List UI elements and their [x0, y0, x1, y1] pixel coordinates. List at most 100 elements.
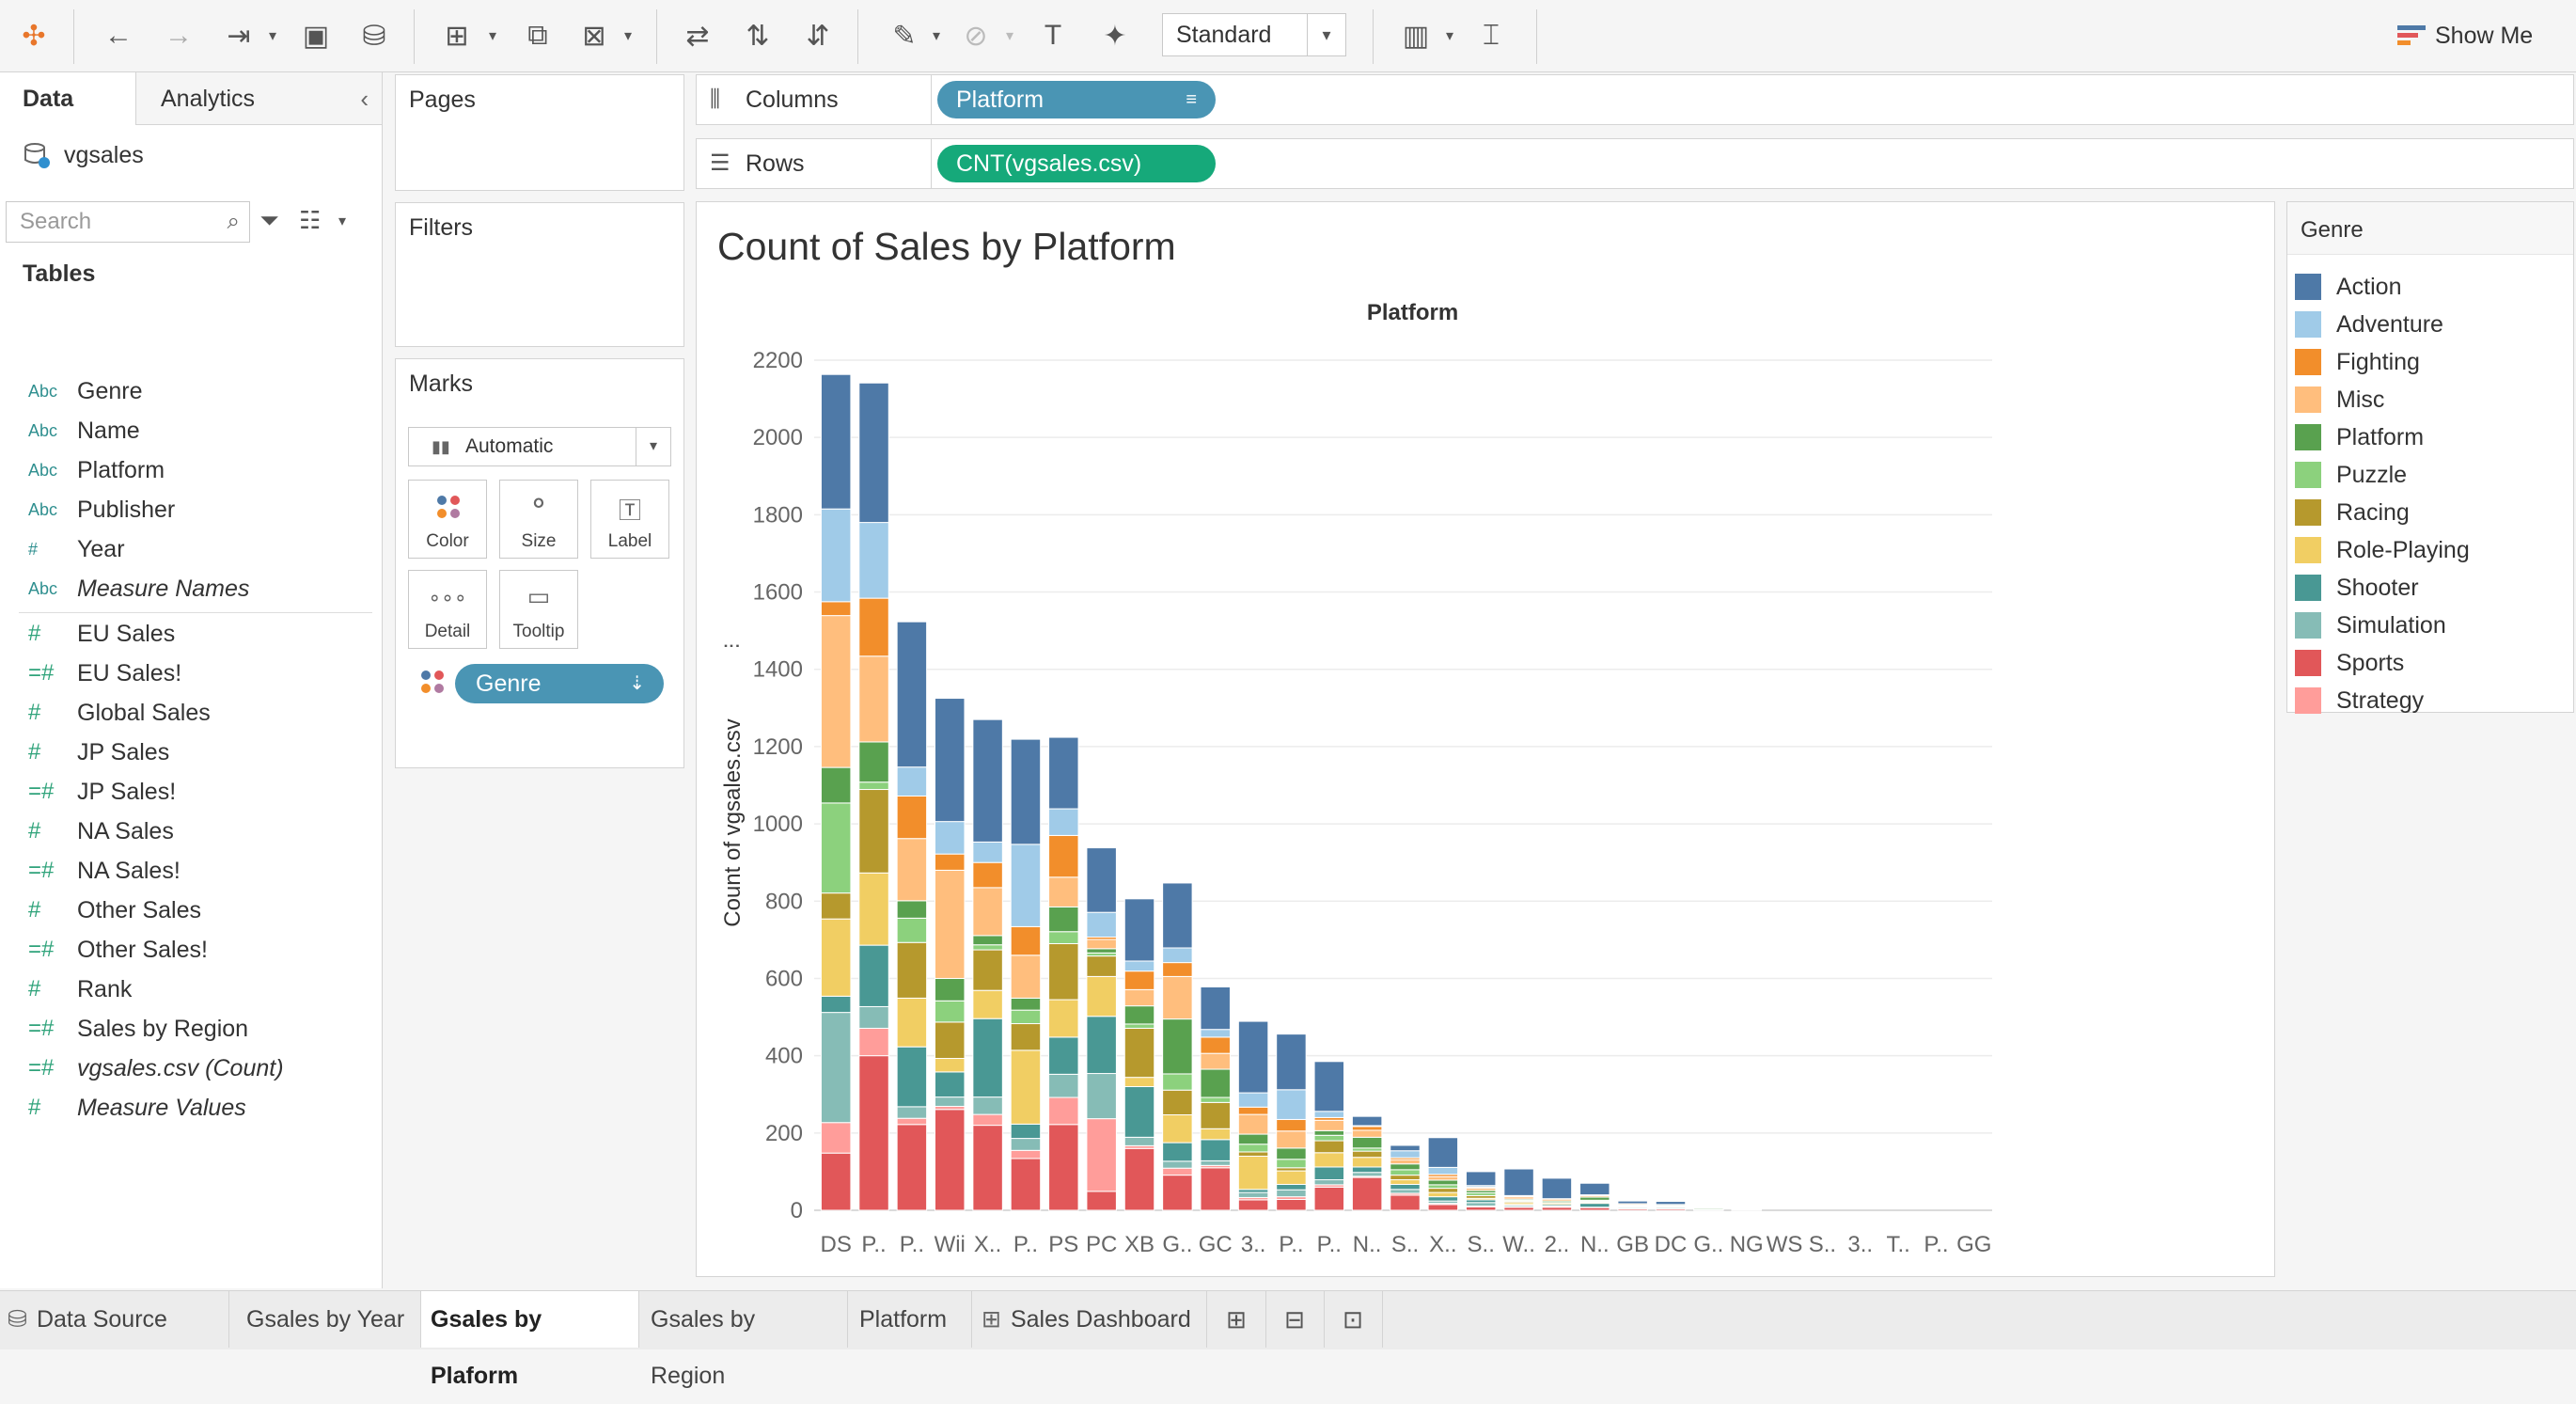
legend-item[interactable]: Action: [2295, 268, 2401, 306]
highlight-dropdown-icon[interactable]: ▾: [933, 26, 940, 45]
replay-icon[interactable]: ⇥: [216, 13, 261, 58]
sort-descending-icon[interactable]: ⇵: [795, 13, 840, 58]
mark-type-dropdown[interactable]: ▮▮ Automatic ▾: [408, 427, 671, 466]
datasource-item[interactable]: vgsales: [23, 136, 144, 174]
view-list-icon[interactable]: ☷: [299, 206, 321, 235]
field-item[interactable]: =# vgsales.csv (Count): [0, 1049, 376, 1088]
replay-dropdown-icon[interactable]: ▾: [269, 26, 276, 45]
new-story-icon[interactable]: ⊡: [1324, 1291, 1383, 1348]
legend-item[interactable]: Shooter: [2295, 569, 2419, 607]
rows-shelf[interactable]: ☰ Rows CNT(vgsales.csv): [696, 138, 2574, 189]
field-item[interactable]: =# EU Sales!: [0, 654, 376, 693]
field-item[interactable]: =# JP Sales!: [0, 772, 376, 812]
undo-icon[interactable]: ←: [96, 13, 141, 58]
legend-item[interactable]: Puzzle: [2295, 456, 2407, 494]
tooltip-button[interactable]: ▭ Tooltip: [499, 570, 578, 649]
tab-data-source[interactable]: ⛁ Data Source: [0, 1291, 229, 1348]
view-list-dropdown-icon[interactable]: ▾: [338, 212, 346, 230]
filters-card[interactable]: Filters: [395, 202, 684, 347]
new-datasource-icon[interactable]: ⛁: [352, 13, 397, 58]
redo-icon[interactable]: →: [156, 13, 201, 58]
pages-card[interactable]: Pages: [395, 74, 684, 191]
show-cards-icon[interactable]: ▥: [1393, 13, 1438, 58]
sort-ascending-icon[interactable]: ⇅: [735, 13, 780, 58]
legend-item[interactable]: Platform: [2295, 418, 2424, 456]
filter-icon[interactable]: ⏷: [259, 206, 279, 236]
legend-item[interactable]: Racing: [2295, 494, 2410, 531]
detail-button[interactable]: ∘∘∘ Detail: [408, 570, 487, 649]
save-icon[interactable]: ▣: [293, 13, 338, 58]
columns-shelf[interactable]: ⫼ Columns Platform ≡: [696, 74, 2574, 125]
tab-sales-dashboard[interactable]: ⊞ Sales Dashboard: [972, 1291, 1207, 1348]
field-item[interactable]: # JP Sales: [0, 733, 376, 772]
field-type-icon: =#: [28, 1055, 55, 1081]
legend-item[interactable]: Adventure: [2295, 306, 2443, 343]
new-worksheet-icon[interactable]: ⊞: [434, 13, 479, 58]
field-item[interactable]: Abc Name: [0, 411, 376, 450]
field-item[interactable]: # Year: [0, 529, 376, 569]
bar-segment: [1351, 1172, 1383, 1177]
field-item[interactable]: Abc Platform: [0, 450, 376, 490]
field-item[interactable]: # Global Sales: [0, 693, 376, 733]
sort-az-icon[interactable]: ⇣: [629, 664, 645, 703]
duplicate-sheet-icon[interactable]: ⧉: [515, 13, 560, 58]
field-item[interactable]: =# Other Sales!: [0, 930, 376, 970]
legend-item[interactable]: Role-Playing: [2295, 531, 2470, 569]
tableau-logo-icon[interactable]: ✣: [11, 13, 56, 58]
bar-segment: [1162, 1114, 1193, 1144]
genre-color-pill[interactable]: Genre ⇣: [455, 664, 664, 703]
count-row-pill[interactable]: CNT(vgsales.csv): [937, 145, 1216, 182]
field-item[interactable]: =# Sales by Region: [0, 1009, 376, 1049]
bar-segment: [1237, 1199, 1269, 1211]
show-mark-labels-icon[interactable]: T: [1030, 13, 1076, 58]
highlight-icon[interactable]: ✎: [882, 13, 927, 58]
legend-item[interactable]: Fighting: [2295, 343, 2420, 381]
field-item[interactable]: # Other Sales: [0, 891, 376, 930]
tab-data[interactable]: Data: [0, 72, 135, 125]
size-button[interactable]: ⚬ Size: [499, 480, 578, 559]
clear-sheet-icon[interactable]: ⊠: [572, 13, 617, 58]
swap-rows-columns-icon[interactable]: ⇄: [675, 13, 720, 58]
fix-axes-icon[interactable]: ✦: [1092, 13, 1138, 58]
x-tick-label: DS: [821, 1232, 852, 1257]
field-item[interactable]: Abc Publisher: [0, 490, 376, 529]
chevron-down-icon[interactable]: ▾: [636, 428, 670, 465]
legend-item[interactable]: Misc: [2295, 381, 2384, 418]
x-axis-title: Platform: [1367, 300, 1458, 325]
legend-swatch: [2295, 349, 2321, 375]
field-item[interactable]: Abc Measure Names: [0, 569, 376, 608]
collapse-pane-icon[interactable]: ‹: [360, 72, 369, 125]
tab-analytics[interactable]: Analytics ‹: [135, 72, 382, 125]
presentation-mode-icon[interactable]: ⌶: [1469, 13, 1514, 58]
new-worksheet-dropdown-icon[interactable]: ▾: [489, 26, 496, 45]
tab-platform[interactable]: Platform: [848, 1291, 972, 1348]
platform-column-pill[interactable]: Platform ≡: [937, 81, 1216, 118]
legend-item[interactable]: Sports: [2295, 644, 2404, 682]
new-dashboard-icon[interactable]: ⊟: [1265, 1291, 1325, 1348]
tab-gsales-by-year[interactable]: Gsales by Year: [229, 1291, 421, 1348]
chevron-down-icon[interactable]: ▾: [1307, 14, 1345, 55]
view-size-dropdown[interactable]: Standard ▾: [1162, 13, 1346, 56]
field-item[interactable]: # Rank: [0, 970, 376, 1009]
show-me-button[interactable]: Show Me: [2397, 17, 2533, 55]
field-item[interactable]: # NA Sales: [0, 812, 376, 851]
clear-sheet-dropdown-icon[interactable]: ▾: [624, 26, 632, 45]
color-button[interactable]: Color: [408, 480, 487, 559]
search-icon[interactable]: ⌕: [228, 202, 240, 242]
field-item[interactable]: =# NA Sales!: [0, 851, 376, 891]
show-cards-dropdown-icon[interactable]: ▾: [1446, 26, 1453, 45]
new-worksheet-icon[interactable]: ⊞: [1207, 1291, 1266, 1348]
group-dropdown-icon[interactable]: ▾: [1006, 26, 1013, 45]
bar-segment: [1313, 1166, 1345, 1181]
field-item[interactable]: # EU Sales: [0, 614, 376, 654]
search-input[interactable]: Search ⌕: [6, 201, 250, 243]
tab-gsales-by-region[interactable]: Gsales by Region: [639, 1291, 848, 1389]
tab-gsales-by-plaform[interactable]: Gsales by Plaform: [421, 1291, 639, 1389]
sort-descending-icon[interactable]: ≡: [1186, 81, 1197, 118]
group-members-icon[interactable]: ⊘: [953, 13, 998, 58]
legend-item[interactable]: Strategy: [2295, 682, 2424, 719]
field-item[interactable]: Abc Genre: [0, 371, 376, 411]
legend-item[interactable]: Simulation: [2295, 607, 2446, 644]
label-button[interactable]: 🅃 Label: [590, 480, 669, 559]
field-item[interactable]: # Measure Values: [0, 1088, 376, 1128]
